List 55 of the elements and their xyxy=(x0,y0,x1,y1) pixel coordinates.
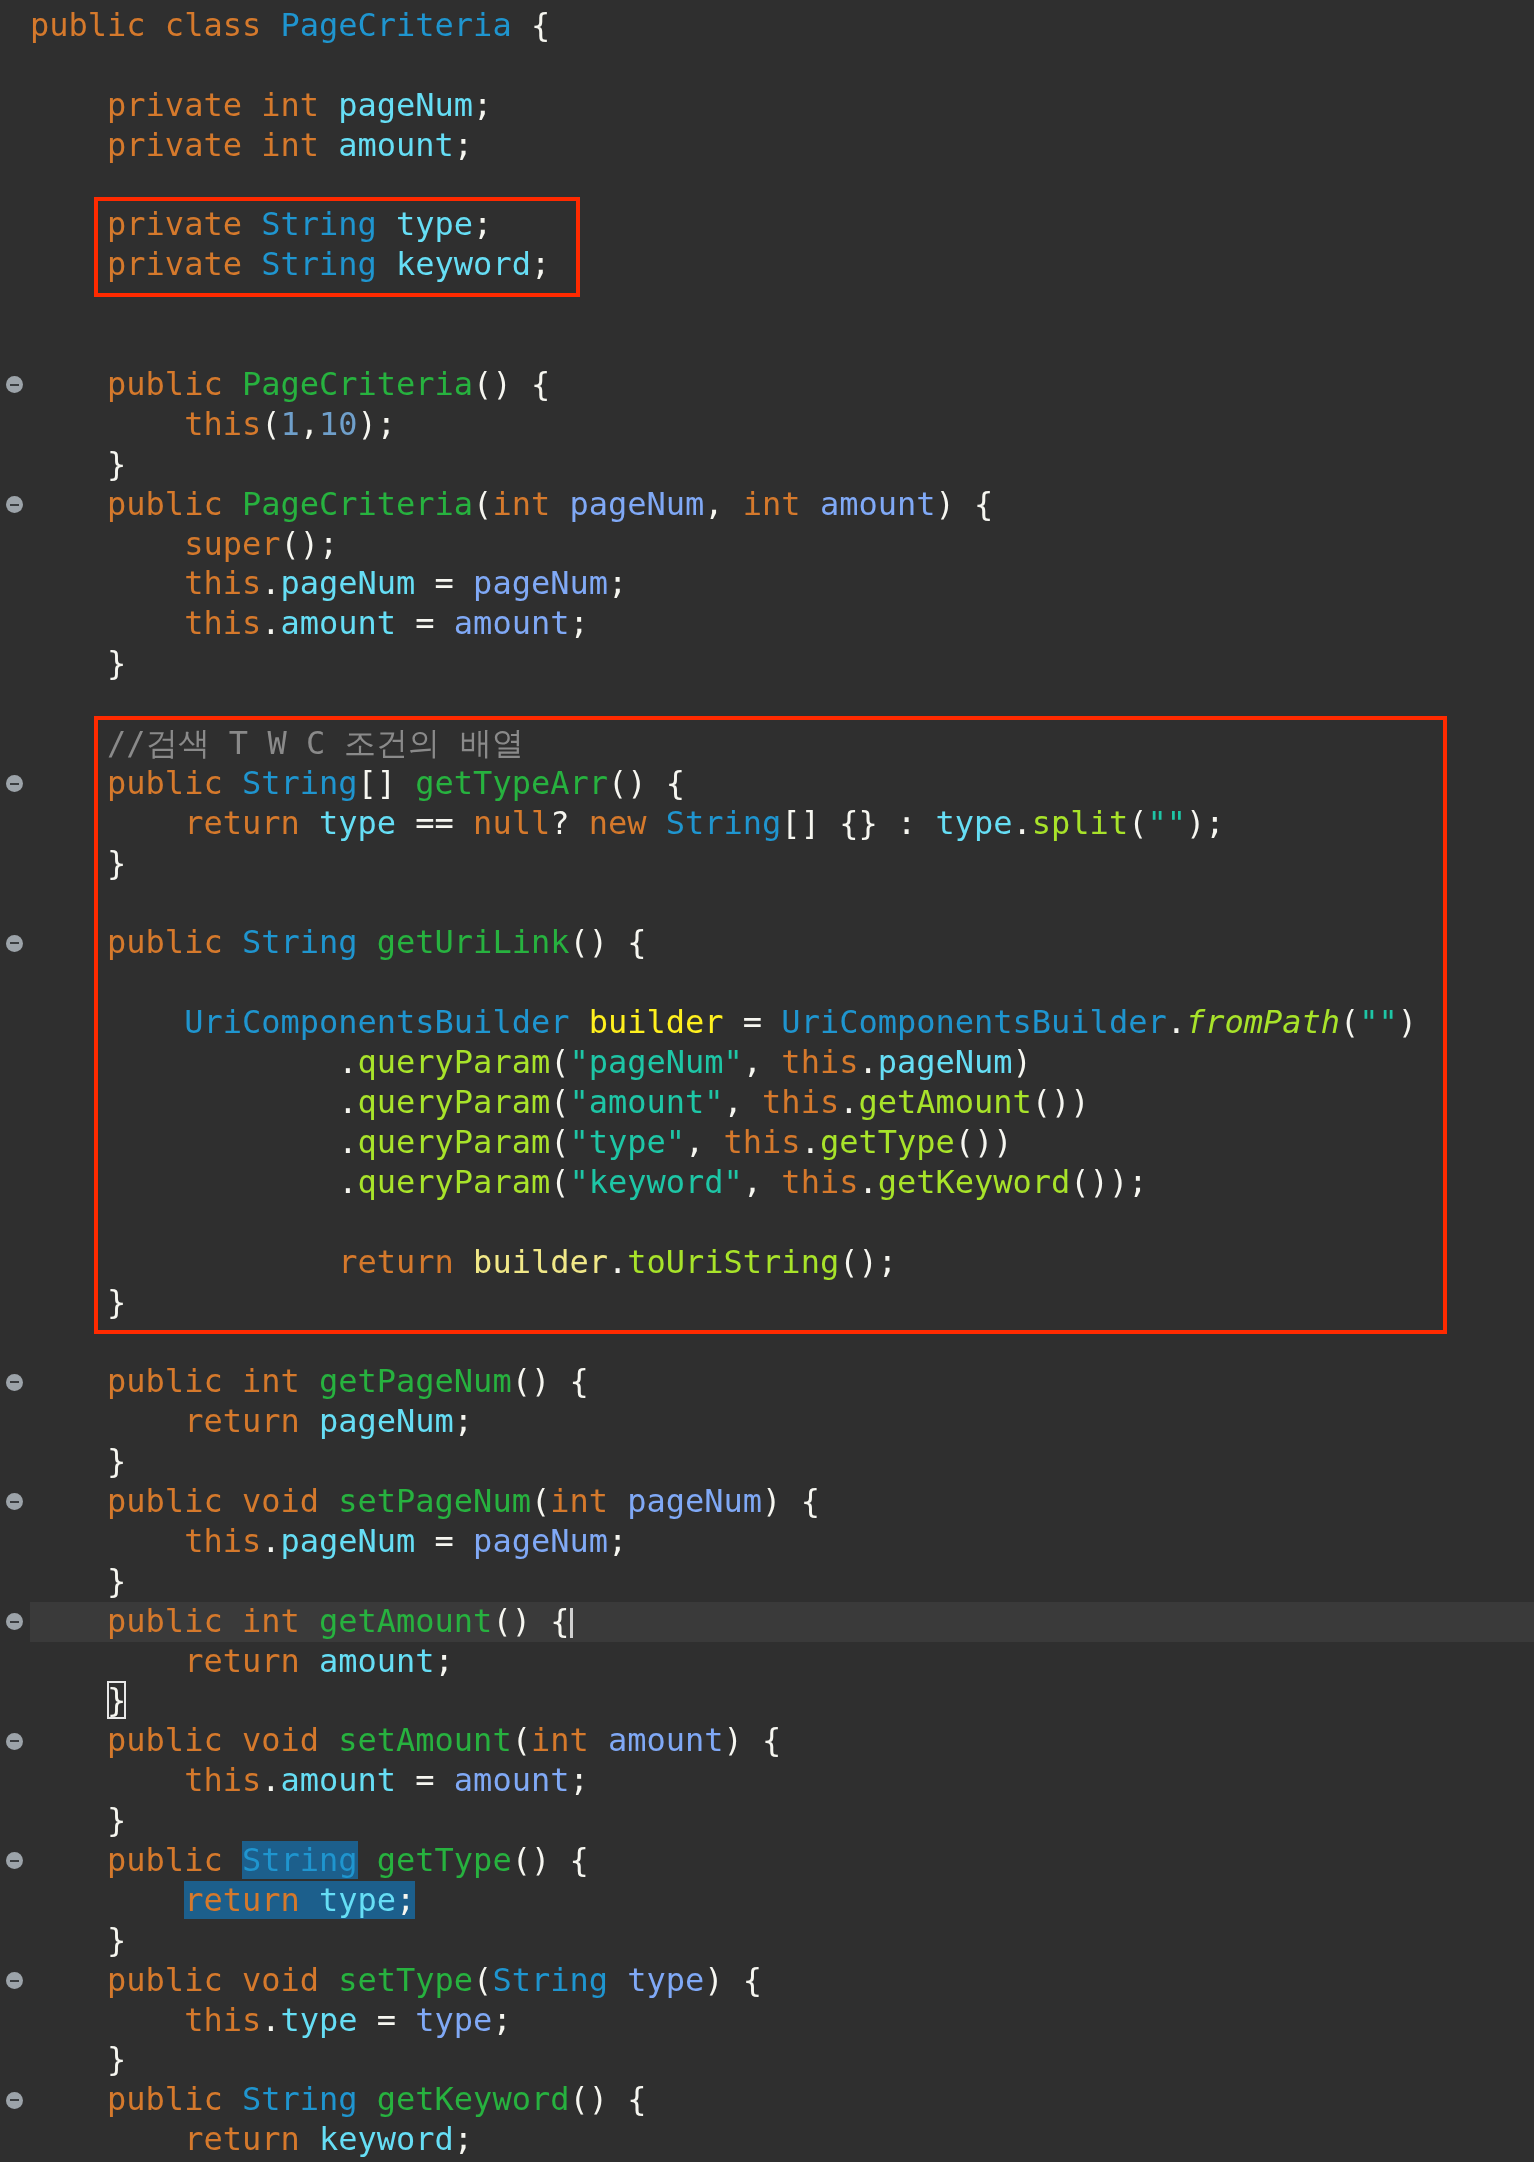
code-line: } xyxy=(106,2040,128,2081)
code-line: this.pageNum = pageNum; xyxy=(183,564,629,605)
collapse-icon[interactable] xyxy=(5,1732,23,1750)
code-line: } xyxy=(106,843,128,884)
collapse-icon[interactable] xyxy=(5,376,23,394)
code-line: public String getUriLink() { xyxy=(106,923,648,964)
code-line: private String keyword; xyxy=(106,245,551,286)
code-line: this.amount = amount; xyxy=(183,604,590,645)
code-line: //검색 T W C 조건의 배열 xyxy=(106,724,525,764)
code-line: public class PageCriteria { xyxy=(30,6,552,46)
code-line: public void setPageNum(int pageNum) { xyxy=(106,1481,821,1522)
code-line: .queryParam("amount", this.getAmount()) xyxy=(337,1083,1091,1123)
code-line: public int getPageNum() { xyxy=(106,1362,590,1403)
collapse-icon[interactable] xyxy=(5,775,23,793)
code-line: public PageCriteria(int pageNum, int amount) { xyxy=(106,484,995,525)
code-line: } xyxy=(106,1282,128,1323)
code-line: } xyxy=(106,444,128,485)
code-line: return amount; xyxy=(183,1641,455,1682)
code-line: public String getType() { xyxy=(106,1840,590,1881)
code-line: this.type = type; xyxy=(183,2000,513,2041)
code-line: super(); xyxy=(183,524,340,565)
collapse-icon[interactable] xyxy=(5,934,23,952)
code-line: .queryParam("keyword", this.getKeyword()); xyxy=(337,1162,1149,1203)
code-line: this.pageNum = pageNum; xyxy=(183,1521,629,1562)
code-line: return pageNum; xyxy=(183,1402,475,1443)
code-line: this.amount = amount; xyxy=(183,1761,590,1802)
code-line: return builder.toUriString(); xyxy=(337,1242,898,1283)
code-line: } xyxy=(106,1442,128,1482)
code-line: public String getKeyword() { xyxy=(106,2080,648,2121)
collapse-icon[interactable] xyxy=(5,1373,23,1391)
collapse-icon[interactable] xyxy=(5,1852,23,1870)
code-line: } xyxy=(106,1561,128,1602)
code-line: this(1,10); xyxy=(183,404,398,445)
code-line: private int pageNum; xyxy=(106,85,494,126)
collapse-icon[interactable] xyxy=(5,1493,23,1511)
code-line: private String type; xyxy=(106,205,494,246)
collapse-icon[interactable] xyxy=(5,1613,23,1631)
collapse-icon[interactable] xyxy=(5,2091,23,2109)
code-line: public void setAmount(int amount) { xyxy=(106,1721,783,1762)
collapse-icon[interactable] xyxy=(5,496,23,514)
code-line: private int amount; xyxy=(106,125,475,166)
code-line: UriComponentsBuilder builder = UriComponentsBuilder.fromPath("") xyxy=(183,1003,1418,1044)
code-line: return type; xyxy=(183,1880,417,1921)
code-line: } xyxy=(106,644,128,685)
code-line: .queryParam("type", this.getType()) xyxy=(337,1122,1014,1163)
collapse-icon[interactable] xyxy=(5,1972,23,1990)
code-line: } xyxy=(106,1920,128,1961)
code-line: public String[] getTypeArr() { xyxy=(106,763,687,804)
code-line: } xyxy=(106,1681,128,1722)
code-line: public PageCriteria() { xyxy=(106,365,552,405)
code-line: public void setType(String type) { xyxy=(106,1960,764,2001)
code-line: } xyxy=(106,1801,128,1841)
code-line: return keyword; xyxy=(183,2120,475,2161)
code-line: return type == null? new String[] {} : type.split(""); xyxy=(183,803,1226,844)
code-line: .queryParam("pageNum", this.pageNum) xyxy=(337,1043,1033,1084)
